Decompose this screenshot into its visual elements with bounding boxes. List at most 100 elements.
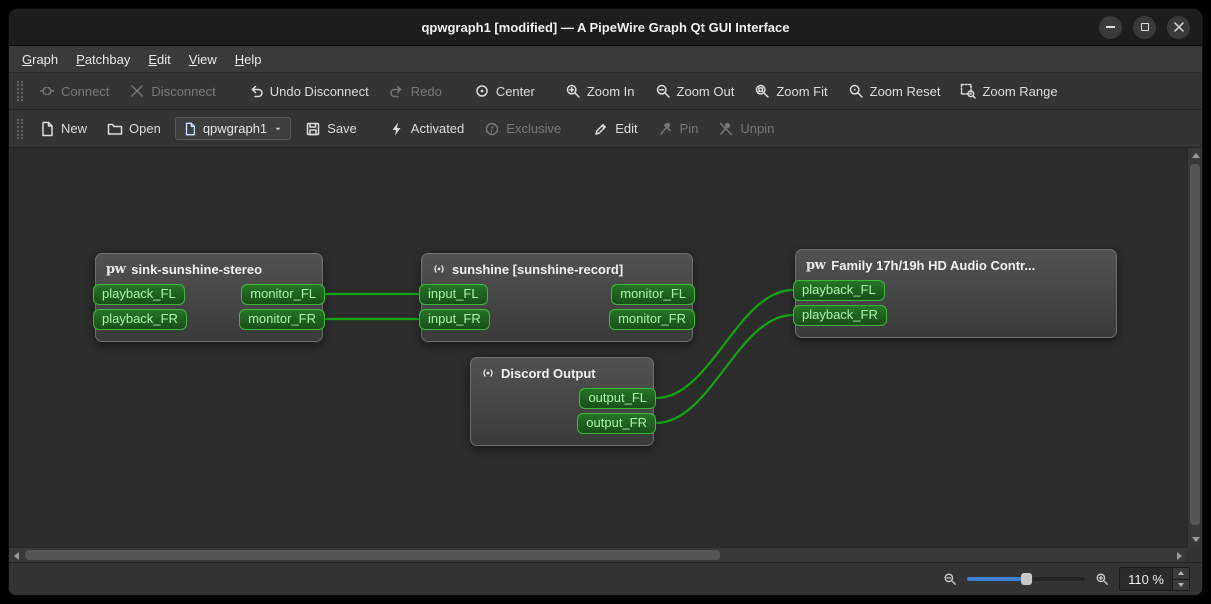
edit-pencil-icon [595,123,607,135]
patchbay-file-icon [185,122,195,135]
zoom-fit-label: Zoom Fit [776,83,828,99]
pin-button[interactable]: Pin [650,116,707,142]
zoom-out-small-icon[interactable] [943,572,957,586]
minimize-icon [1106,26,1115,28]
zoom-in-button[interactable]: Zoom In [557,78,643,104]
node-title: sink-sunshine-stereo [131,261,263,277]
node-sunshine[interactable]: sunshine [sunshine-record] input_FL moni… [419,253,695,342]
edit-label: Edit [615,121,638,136]
pipewire-icon: pw [806,257,826,273]
node-family-hd-audio[interactable]: pw Family 17h/19h HD Audio Contr... play… [793,249,1117,338]
window-title: qpwgraph1 [modified] — A PipeWire Graph … [421,19,790,35]
activated-button[interactable]: Activated [381,116,472,142]
node-sink-sunshine-stereo[interactable]: pw sink-sunshine-stereo playback_FL moni… [93,253,325,342]
node-discord-output[interactable]: Discord Output output_FL output_FR [470,357,656,446]
center-label: Center [495,83,535,99]
new-button[interactable]: New [31,116,95,142]
connect-button[interactable]: Connect [31,78,117,104]
zoom-reset-label: Zoom Reset [869,83,941,99]
patchbay-file-combo[interactable]: qpwgraph1 [174,117,292,140]
port-output-fl[interactable]: output_FL [579,388,656,409]
unpin-icon [720,122,733,135]
zoom-out-label: Zoom Out [676,83,735,99]
menu-help[interactable]: Help [226,49,271,70]
undo-disconnect-button[interactable]: Undo Disconnect [240,78,377,104]
graph-canvas[interactable]: pw sink-sunshine-stereo playback_FL moni… [9,148,1187,547]
zoom-spin-up-button[interactable] [1173,568,1189,579]
redo-button[interactable]: Redo [381,78,450,104]
scroll-down-arrow[interactable] [1192,537,1200,542]
zoom-in-small-icon[interactable] [1095,572,1109,586]
scroll-up-arrow[interactable] [1192,153,1200,158]
exclusive-button[interactable]: f Exclusive [476,116,569,142]
toolbar-grip[interactable] [17,118,23,139]
zoom-range-icon [961,83,977,99]
pipewire-icon: pw [106,261,126,277]
port-monitor-fr[interactable]: monitor_FR [239,309,325,330]
zoom-spin-down-button[interactable] [1173,578,1189,590]
connect-label: Connect [61,83,110,99]
node-header: Discord Output [471,358,653,388]
chevron-down-icon [275,127,281,130]
scroll-left-arrow[interactable] [14,552,19,560]
minimize-button[interactable] [1099,15,1122,39]
close-icon [1173,22,1184,32]
zoom-percent-value[interactable]: 110 % [1120,568,1172,590]
horizontal-scroll-handle[interactable] [25,550,720,560]
vertical-scrollbar[interactable] [1187,148,1202,547]
undo-disconnect-label: Undo Disconnect [269,83,369,99]
port-monitor-fr[interactable]: monitor_FR [609,309,695,330]
node-header: pw Family 17h/19h HD Audio Contr... [796,250,1116,280]
unpin-label: Unpin [740,121,775,136]
canvas-area: pw sink-sunshine-stereo playback_FL moni… [9,148,1202,562]
port-playback-fl[interactable]: playback_FL [793,280,885,301]
zoom-percent-spinbox[interactable]: 110 % [1119,567,1190,591]
port-playback-fr[interactable]: playback_FR [793,305,887,326]
horizontal-scrollbar[interactable] [9,547,1187,562]
port-monitor-fl[interactable]: monitor_FL [611,284,695,305]
scroll-right-arrow[interactable] [1177,552,1182,560]
port-monitor-fl[interactable]: monitor_FL [241,284,325,305]
zoom-reset-button[interactable]: Zoom Reset [840,78,949,104]
menu-view[interactable]: View [180,49,226,70]
port-input-fr[interactable]: input_FR [419,309,490,330]
vertical-scroll-handle[interactable] [1190,164,1200,525]
menu-patchbay[interactable]: Patchbay [67,49,139,70]
edit-button[interactable]: Edit [585,116,645,142]
maximize-button[interactable] [1133,15,1156,39]
toolbar-main: Connect Disconnect Undo Disconnect Redo … [9,73,1202,110]
port-playback-fl[interactable]: playback_FL [93,284,185,305]
zoom-out-button[interactable]: Zoom Out [647,78,743,104]
down-arrow-icon [1178,582,1184,587]
zoom-range-label: Zoom Range [982,83,1058,99]
menu-graph[interactable]: Graph [13,49,67,70]
zoom-fit-icon [756,84,770,98]
open-label: Open [129,121,161,136]
close-button[interactable] [1167,15,1190,39]
exclusive-label: Exclusive [506,121,562,136]
pin-label: Pin [679,121,699,136]
zoom-in-icon [566,84,580,98]
center-icon [476,85,488,97]
save-button[interactable]: Save [297,116,365,142]
statusbar: 110 % [9,562,1202,595]
zoom-slider[interactable] [967,572,1086,586]
scrollbar-corner [1187,547,1202,562]
node-title: sunshine [sunshine-record] [452,261,624,277]
disconnect-button[interactable]: Disconnect [121,78,223,104]
port-input-fl[interactable]: input_FL [419,284,488,305]
menu-edit[interactable]: Edit [139,49,179,70]
port-playback-fr[interactable]: playback_FR [93,309,187,330]
port-output-fr[interactable]: output_FR [577,413,656,434]
save-label: Save [327,121,357,136]
zoom-range-button[interactable]: Zoom Range [952,78,1065,104]
zoom-fit-button[interactable]: Zoom Fit [746,78,835,104]
activated-label: Activated [410,121,465,136]
center-button[interactable]: Center [466,78,543,104]
unpin-button[interactable]: Unpin [710,116,782,142]
toolbar-grip[interactable] [17,81,23,101]
titlebar[interactable]: qpwgraph1 [modified] — A PipeWire Graph … [9,9,1202,46]
zoom-slider-handle[interactable] [1021,573,1033,585]
stream-icon [483,369,493,377]
open-button[interactable]: Open [99,116,169,142]
